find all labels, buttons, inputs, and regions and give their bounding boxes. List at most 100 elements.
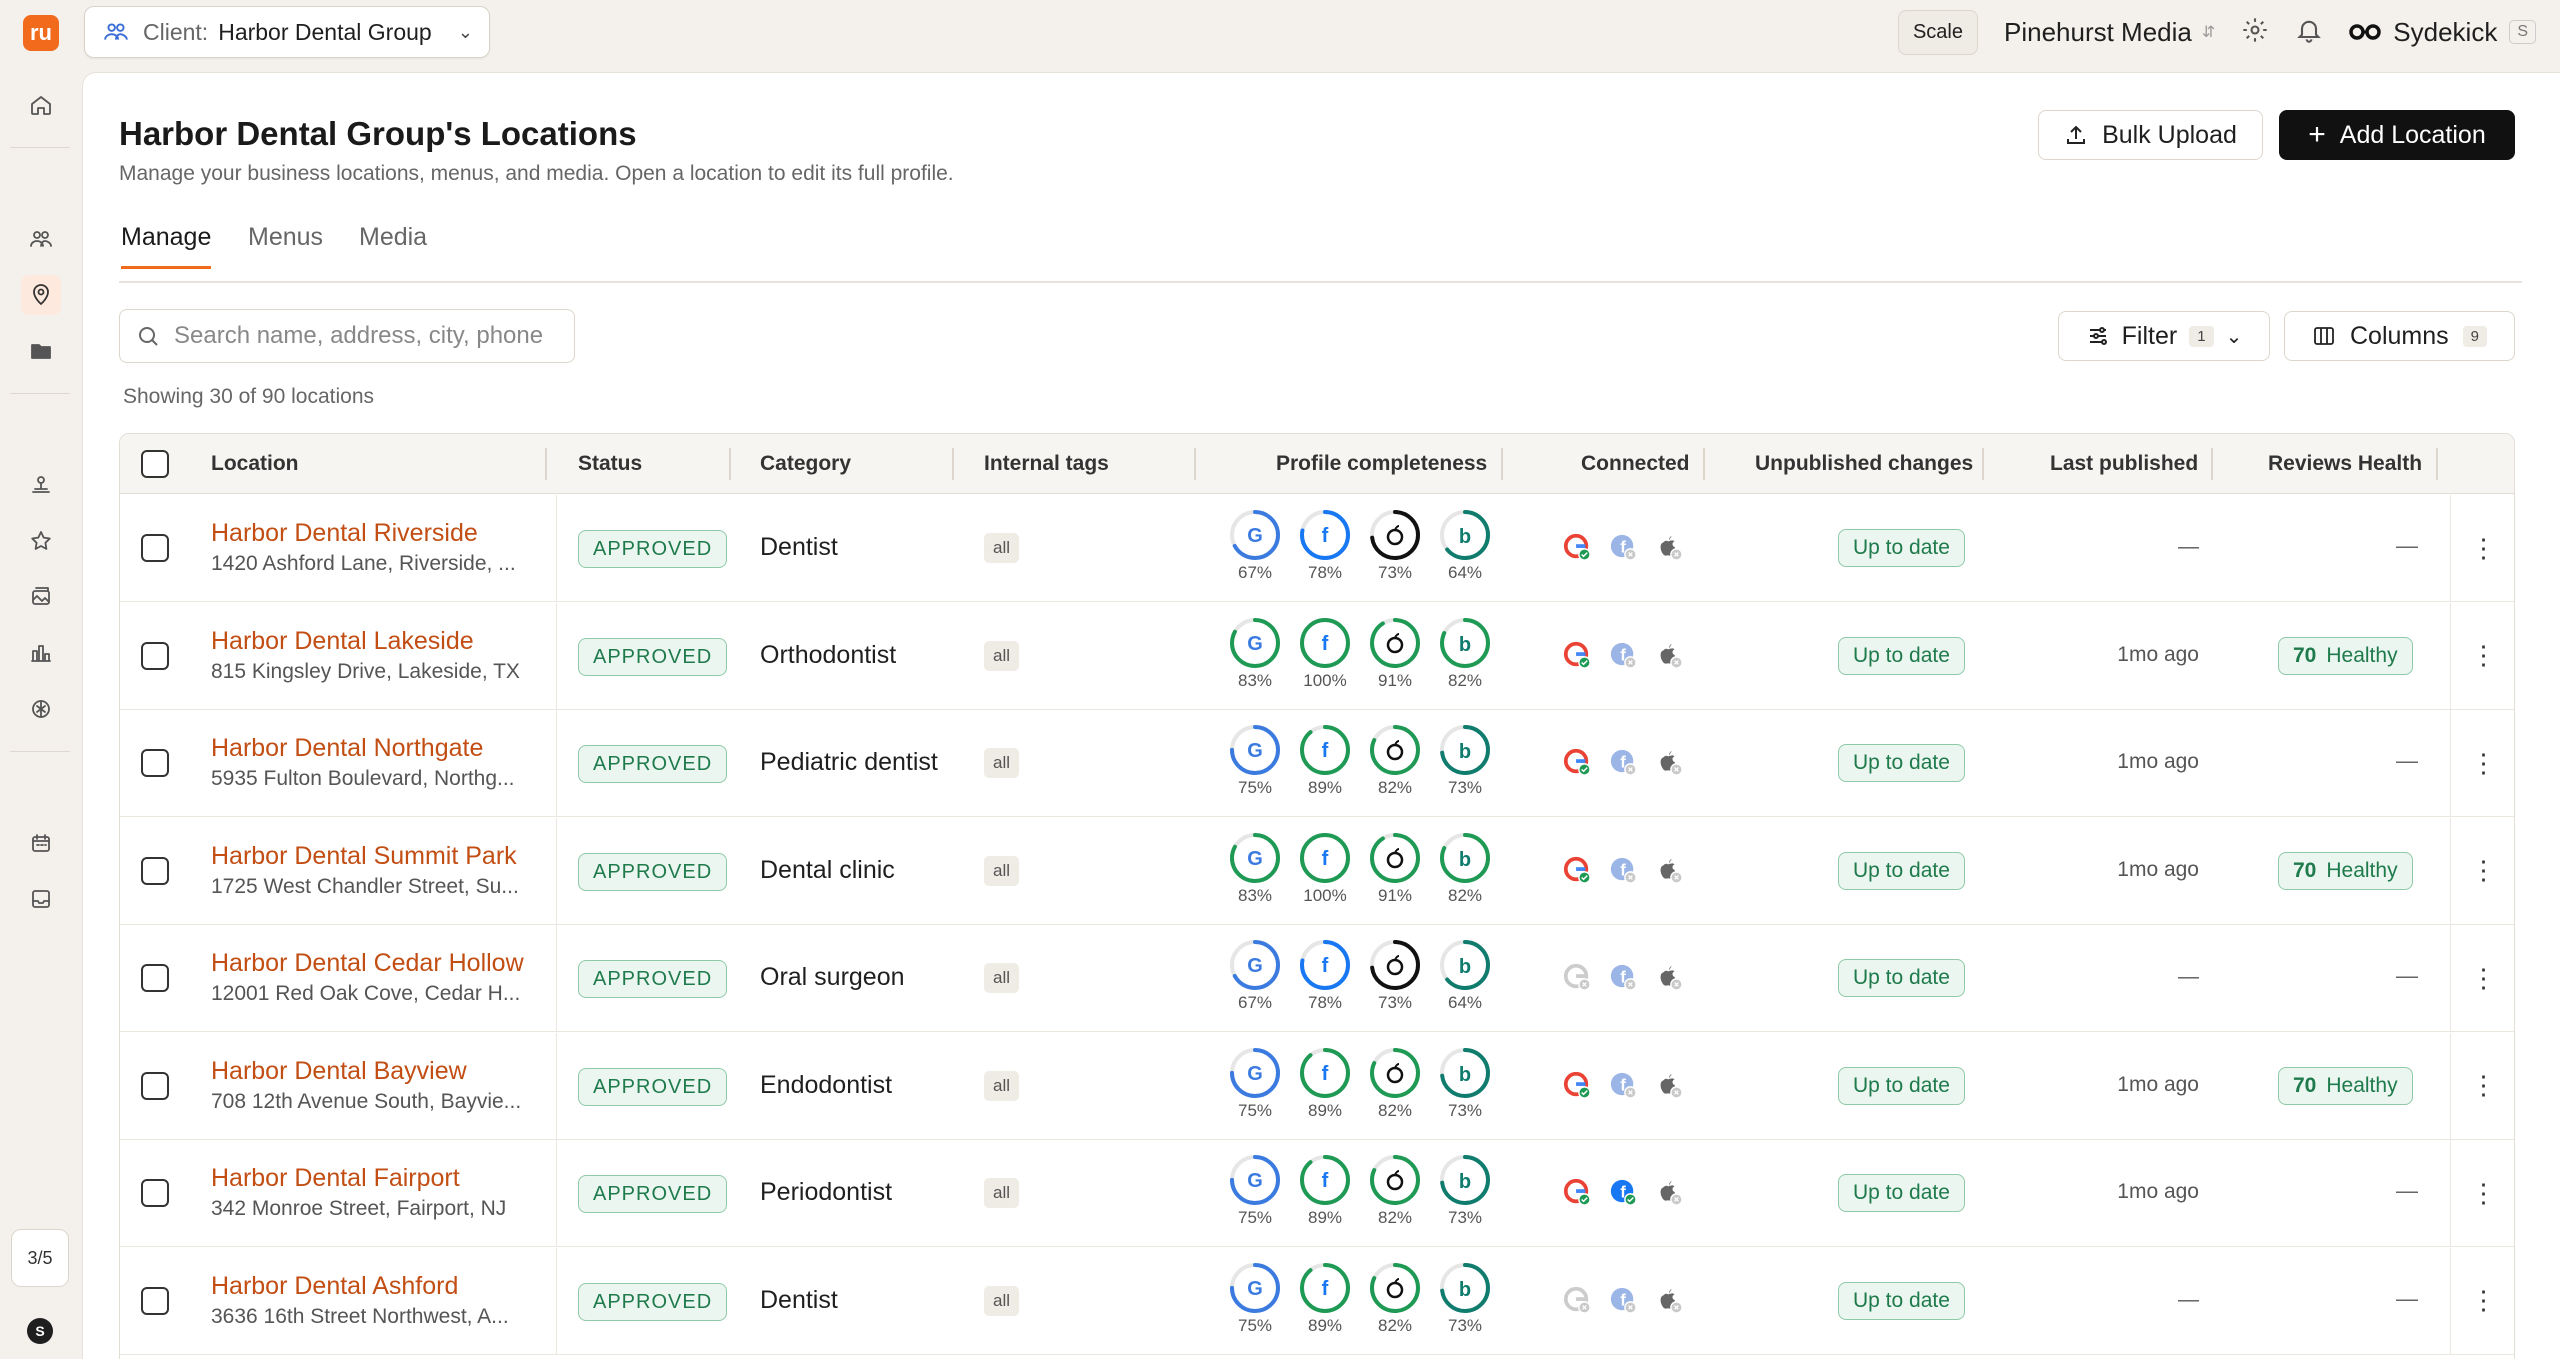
- google-connection-icon[interactable]: [1563, 856, 1591, 884]
- reviews-health-badge[interactable]: 70 Healthy: [2278, 636, 2413, 675]
- listings-icon[interactable]: [21, 465, 61, 505]
- apple-completeness-ring[interactable]: 82%: [1368, 723, 1422, 798]
- facebook-connection-icon[interactable]: f: [1609, 963, 1637, 991]
- user-avatar[interactable]: S: [27, 1318, 53, 1344]
- gear-icon[interactable]: [2241, 16, 2269, 49]
- facebook-completeness-ring[interactable]: f 89%: [1298, 1153, 1352, 1228]
- google-connection-icon[interactable]: [1563, 1286, 1591, 1314]
- bing-completeness-ring[interactable]: b 73%: [1438, 1046, 1492, 1121]
- bell-icon[interactable]: [2295, 16, 2323, 49]
- table-row[interactable]: Harbor Dental Bayview 708 12th Avenue Sou…: [120, 1032, 2514, 1140]
- bing-completeness-ring[interactable]: b 64%: [1438, 508, 1492, 583]
- row-menu-icon[interactable]: ⋮: [2450, 817, 2514, 924]
- facebook-completeness-ring[interactable]: f 78%: [1298, 508, 1352, 583]
- row-menu-icon[interactable]: ⋮: [2450, 495, 2514, 601]
- reviews-health-badge[interactable]: 70 Healthy: [2278, 851, 2413, 890]
- row-checkbox[interactable]: [141, 856, 169, 885]
- google-connection-icon[interactable]: [1563, 748, 1591, 776]
- facebook-completeness-ring[interactable]: f 100%: [1298, 616, 1352, 691]
- apple-connection-icon[interactable]: [1655, 533, 1683, 561]
- table-row[interactable]: Harbor Dental Summit Park 1725 West Chand…: [120, 817, 2514, 925]
- sydekick-button[interactable]: Sydekick S: [2349, 17, 2536, 48]
- location-name[interactable]: Harbor Dental Bayview: [211, 1057, 467, 1086]
- row-menu-icon[interactable]: ⋮: [2450, 710, 2514, 816]
- location-name[interactable]: Harbor Dental Fairport: [211, 1164, 460, 1193]
- apple-connection-icon[interactable]: [1655, 748, 1683, 776]
- row-menu-icon[interactable]: ⋮: [2450, 1032, 2514, 1139]
- facebook-connection-icon[interactable]: f: [1609, 1286, 1637, 1314]
- org-switcher[interactable]: Pinehurst Media ⇵: [2004, 17, 2215, 48]
- table-row[interactable]: Harbor Dental Northgate 5935 Fulton Boule…: [120, 710, 2514, 817]
- location-name[interactable]: Harbor Dental Cedar Hollow: [211, 949, 524, 978]
- table-row[interactable]: Harbor Dental Cedar Hollow 12001 Red Oak …: [120, 925, 2514, 1032]
- page-indicator[interactable]: 3/5: [11, 1229, 69, 1287]
- facebook-connection-icon[interactable]: f: [1609, 856, 1637, 884]
- bing-completeness-ring[interactable]: b 64%: [1438, 938, 1492, 1013]
- location-name[interactable]: Harbor Dental Northgate: [211, 734, 483, 763]
- apple-completeness-ring[interactable]: 82%: [1368, 1153, 1422, 1228]
- apple-completeness-ring[interactable]: 82%: [1368, 1046, 1422, 1121]
- app-logo[interactable]: ru: [23, 15, 59, 51]
- google-connection-icon[interactable]: [1563, 963, 1591, 991]
- facebook-connection-icon[interactable]: f: [1609, 641, 1637, 669]
- col-profile-completeness[interactable]: Profile completeness: [1276, 434, 1487, 494]
- facebook-connection-icon[interactable]: f: [1609, 1071, 1637, 1099]
- row-checkbox[interactable]: [141, 641, 169, 670]
- ai-icon[interactable]: [21, 689, 61, 729]
- columns-button[interactable]: Columns 9: [2284, 311, 2515, 361]
- media-icon[interactable]: [21, 577, 61, 617]
- apple-connection-icon[interactable]: [1655, 856, 1683, 884]
- inbox-icon[interactable]: [21, 879, 61, 919]
- table-row[interactable]: Harbor Dental Lakeside 815 Kingsley Drive…: [120, 602, 2514, 710]
- filter-button[interactable]: Filter 1 ⌄: [2058, 311, 2270, 361]
- google-connection-icon[interactable]: [1563, 1178, 1591, 1206]
- apple-connection-icon[interactable]: [1655, 963, 1683, 991]
- apple-completeness-ring[interactable]: 73%: [1368, 508, 1422, 583]
- col-category[interactable]: Category: [760, 434, 851, 494]
- apple-connection-icon[interactable]: [1655, 1286, 1683, 1314]
- facebook-connection-icon[interactable]: f: [1609, 1178, 1637, 1206]
- search-input[interactable]: [174, 322, 554, 350]
- apple-connection-icon[interactable]: [1655, 641, 1683, 669]
- google-completeness-ring[interactable]: G 67%: [1228, 938, 1282, 1013]
- google-completeness-ring[interactable]: G 83%: [1228, 831, 1282, 906]
- calendar-icon[interactable]: [21, 823, 61, 863]
- col-reviews-health[interactable]: Reviews Health: [2268, 434, 2422, 494]
- google-completeness-ring[interactable]: G 75%: [1228, 1153, 1282, 1228]
- location-name[interactable]: Harbor Dental Riverside: [211, 519, 478, 548]
- col-unpublished-changes[interactable]: Unpublished changes: [1755, 434, 1973, 494]
- table-row[interactable]: Harbor Dental Riverside 1420 Ashford Lane…: [120, 495, 2514, 602]
- bing-completeness-ring[interactable]: b 73%: [1438, 1261, 1492, 1336]
- apple-completeness-ring[interactable]: 73%: [1368, 938, 1422, 1013]
- facebook-completeness-ring[interactable]: f 89%: [1298, 723, 1352, 798]
- row-menu-icon[interactable]: ⋮: [2450, 925, 2514, 1031]
- facebook-completeness-ring[interactable]: f 78%: [1298, 938, 1352, 1013]
- tab-manage[interactable]: Manage: [121, 223, 212, 269]
- bulk-upload-button[interactable]: Bulk Upload: [2038, 110, 2263, 160]
- row-checkbox[interactable]: [141, 964, 169, 992]
- google-completeness-ring[interactable]: G 83%: [1228, 616, 1282, 691]
- star-icon[interactable]: [21, 521, 61, 561]
- google-connection-icon[interactable]: [1563, 533, 1591, 561]
- table-row[interactable]: Harbor Dental Ashford 3636 16th Street No…: [120, 1247, 2514, 1355]
- apple-connection-icon[interactable]: [1655, 1071, 1683, 1099]
- bing-completeness-ring[interactable]: b 82%: [1438, 616, 1492, 691]
- google-completeness-ring[interactable]: G 75%: [1228, 723, 1282, 798]
- location-name[interactable]: Harbor Dental Summit Park: [211, 842, 517, 871]
- col-connected[interactable]: Connected: [1581, 434, 1690, 494]
- google-completeness-ring[interactable]: G 67%: [1228, 508, 1282, 583]
- apple-completeness-ring[interactable]: 91%: [1368, 831, 1422, 906]
- row-checkbox[interactable]: [141, 1179, 169, 1207]
- client-selector[interactable]: Client: Harbor Dental Group ⌄: [84, 6, 490, 58]
- reviews-health-badge[interactable]: 70 Healthy: [2278, 1066, 2413, 1105]
- apple-completeness-ring[interactable]: 82%: [1368, 1261, 1422, 1336]
- bing-completeness-ring[interactable]: b 82%: [1438, 831, 1492, 906]
- apple-completeness-ring[interactable]: 91%: [1368, 616, 1422, 691]
- scale-button[interactable]: Scale: [1897, 9, 1978, 55]
- analytics-icon[interactable]: [21, 633, 61, 673]
- row-menu-icon[interactable]: ⋮: [2450, 1140, 2514, 1246]
- row-menu-icon[interactable]: ⋮: [2450, 602, 2514, 709]
- google-completeness-ring[interactable]: G 75%: [1228, 1261, 1282, 1336]
- row-checkbox[interactable]: [141, 749, 169, 777]
- col-status[interactable]: Status: [578, 434, 642, 494]
